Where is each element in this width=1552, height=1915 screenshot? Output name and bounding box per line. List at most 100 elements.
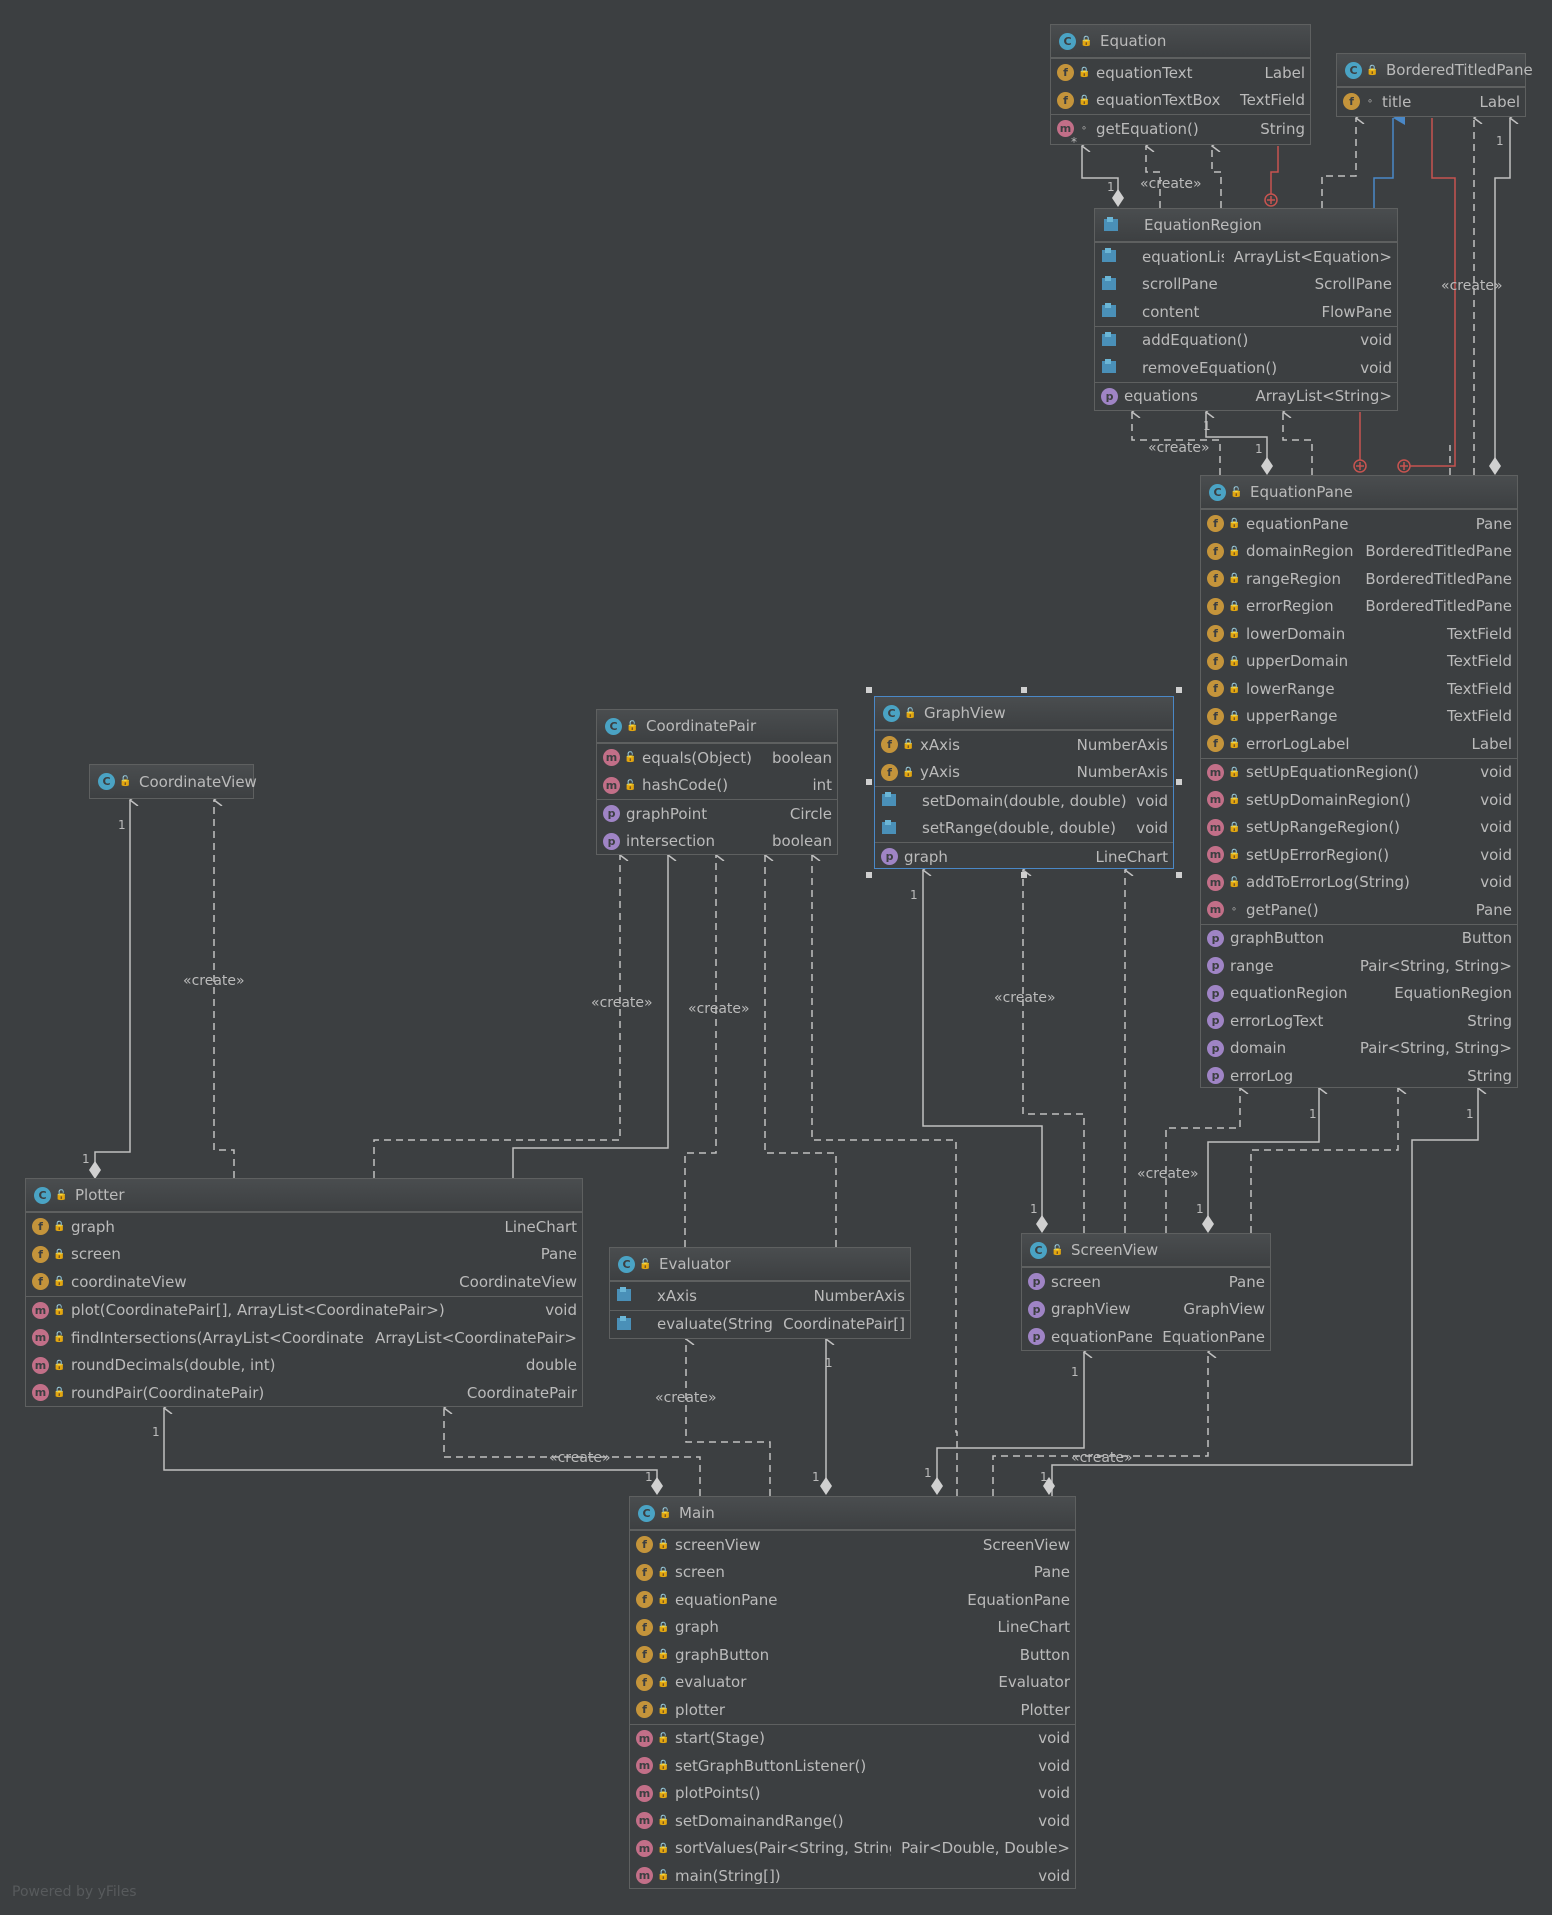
edge [765,855,837,1247]
member-row[interactable]: p domain Pair<String, String> [1201,1035,1517,1063]
member-row[interactable]: m 🔓 hashCode() int [597,772,837,800]
member-row[interactable]: p graphView GraphView [1022,1296,1270,1324]
member-row[interactable]: f 🔒 equationTextBox TextField [1051,87,1310,115]
member-row[interactable]: m 🔒 roundDecimals(double, int) double [26,1352,582,1380]
class-graph-view[interactable]: C 🔓 GraphView f 🔒 xAxis NumberAxis f 🔒 yAxis Numb… [874,696,1174,869]
member-row[interactable]: m 🔓 plot(CoordinatePair[], ArrayList<Coord… [26,1297,582,1325]
member-row[interactable]: f 🔒 equationText Label [1051,59,1310,87]
member-name: screenView [675,1535,761,1554]
member-row[interactable]: p intersection boolean [597,828,837,856]
composition-diamond [1036,1215,1048,1233]
member-row[interactable]: f 🔒 upperRange TextField [1201,703,1517,731]
member-row[interactable]: p graphButton Button [1201,925,1517,953]
member-row[interactable]: m 🔓 equals(Object) boolean [597,744,837,772]
member-row[interactable]: m ∘ getPane() Pane [1201,896,1517,924]
member-row[interactable]: content FlowPane [1095,298,1397,326]
member-row[interactable]: m ∘ getEquation() String [1051,115,1310,143]
member-row[interactable]: m 🔓 start(Stage) void [630,1725,1075,1753]
member-row[interactable]: p equationPane EquationPane [1022,1323,1270,1351]
member-row[interactable]: p graph LineChart [875,843,1173,871]
member-row[interactable]: m 🔒 setUpDomainRegion() void [1201,786,1517,814]
member-name: screen [1051,1272,1101,1291]
member-row[interactable]: f 🔒 lowerRange TextField [1201,675,1517,703]
member-row[interactable]: f 🔒 graphButton Button [630,1641,1075,1669]
member-name: setUpDomainRegion() [1246,790,1411,809]
member-row[interactable]: addEquation() void [1095,327,1397,355]
member-row[interactable]: f 🔒 coordinateView CoordinateView [26,1268,582,1296]
member-row[interactable]: f 🔒 xAxis NumberAxis [875,731,1173,759]
member-row[interactable]: f ∘ title Label [1337,88,1525,116]
member-row[interactable]: p errorLog String [1201,1062,1517,1090]
member-row[interactable]: f 🔒 upperDomain TextField [1201,648,1517,676]
edge [512,855,668,1178]
member-row[interactable]: f 🔒 yAxis NumberAxis [875,759,1173,787]
member-name: screen [675,1563,725,1582]
selection-handle[interactable] [1176,779,1182,785]
member-row[interactable]: m 🔒 sortValues(Pair<String, String>) Pair<D… [630,1835,1075,1863]
member-row[interactable]: p range Pair<String, String> [1201,952,1517,980]
member-row[interactable]: f 🔒 screen Pane [630,1559,1075,1587]
class-coordinate-pair[interactable]: C 🔓 CoordinatePair m 🔓 equals(Object) boolean… [596,709,838,855]
class-plotter[interactable]: C 🔓 Plotter f 🔒 graph LineChart f 🔒 screen Pane f 🔒… [25,1178,583,1407]
member-row[interactable]: equationList ArrayList<Equation> [1095,243,1397,271]
member-row[interactable]: m 🔒 setUpEquationRegion() void [1201,759,1517,787]
class-coordinate-view[interactable]: C 🔓 CoordinateView [89,764,257,799]
member-row[interactable]: f 🔒 equationPane EquationPane [630,1586,1075,1614]
selection-handle[interactable] [1021,687,1027,693]
class-icon: C [98,773,115,790]
member-row[interactable]: f 🔒 equationPane Pane [1201,510,1517,538]
member-row[interactable]: f 🔒 evaluator Evaluator [630,1669,1075,1697]
member-row[interactable]: m 🔒 setDomainandRange() void [630,1807,1075,1835]
member-row[interactable]: removeEquation() void [1095,354,1397,382]
member-row[interactable]: m 🔒 setUpRangeRegion() void [1201,814,1517,842]
member-row[interactable]: m 🔒 setUpErrorRegion() void [1201,841,1517,869]
field-icon: f [636,1646,653,1664]
member-type: void [1038,1811,1070,1830]
selection-handle[interactable] [866,687,872,693]
member-row[interactable]: f 🔒 screenView ScreenView [630,1531,1075,1559]
member-row[interactable]: m 🔓 main(String[]) void [630,1862,1075,1890]
member-type: Button [1019,1645,1070,1664]
member-name: lowerRange [1246,679,1335,698]
selection-handle[interactable] [1176,687,1182,693]
class-equation-pane[interactable]: C 🔓 EquationPane f 🔒 equationPane Pane f 🔒 domai… [1200,475,1518,1088]
lock-icon: 🔒 [1078,67,1091,79]
class-evaluator[interactable]: C 🔓 Evaluator xAxis NumberAxis evaluate(Str… [609,1247,911,1339]
member-row[interactable]: m 🔒 setGraphButtonListener() void [630,1752,1075,1780]
member-row[interactable]: f 🔒 lowerDomain TextField [1201,620,1517,648]
member-name: graph [904,847,948,866]
member-row[interactable]: f 🔒 graph LineChart [630,1614,1075,1642]
lock-icon: 🔒 [1366,64,1379,76]
member-row[interactable]: f 🔒 graph LineChart [26,1213,582,1241]
member-row[interactable]: m 🔒 roundPair(CoordinatePair) CoordinatePai… [26,1379,582,1407]
member-row[interactable]: m 🔓 findIntersections(ArrayList<Coordinate… [26,1324,582,1352]
member-row[interactable]: p equations ArrayList<String> [1095,383,1397,411]
class-main[interactable]: C 🔓 Main f 🔒 screenView ScreenView f 🔒 screen Pan… [629,1496,1076,1889]
member-row[interactable]: xAxis NumberAxis [610,1282,910,1310]
member-row[interactable]: p equationRegion EquationRegion [1201,980,1517,1008]
member-row[interactable]: f 🔒 domainRegion BorderedTitledPane [1201,538,1517,566]
member-row[interactable]: f 🔒 plotter Plotter [630,1696,1075,1724]
selection-handle[interactable] [1176,872,1182,878]
class-equation-region[interactable]: EquationRegion equationList ArrayList<Equ… [1094,208,1398,411]
member-row[interactable]: p graphPoint Circle [597,800,837,828]
member-row[interactable]: setDomain(double, double) void [875,787,1173,815]
member-row[interactable]: scrollPane ScrollPane [1095,271,1397,299]
member-row[interactable]: evaluate(String) CoordinatePair[] [610,1311,910,1339]
member-row[interactable]: f 🔒 errorRegion BorderedTitledPane [1201,593,1517,621]
member-row[interactable]: p errorLogText String [1201,1007,1517,1035]
member-row[interactable]: f 🔒 rangeRegion BorderedTitledPane [1201,565,1517,593]
member-row[interactable]: m 🔓 addToErrorLog(String) void [1201,869,1517,897]
member-row[interactable]: setRange(double, double) void [875,815,1173,843]
selection-handle[interactable] [1021,872,1027,878]
class-screen-view[interactable]: C 🔓 ScreenView p screen Pane p graphView GraphV… [1021,1233,1271,1351]
member-row[interactable]: f 🔒 screen Pane [26,1241,582,1269]
member-row[interactable]: p screen Pane [1022,1268,1270,1296]
member-row[interactable]: m 🔒 plotPoints() void [630,1780,1075,1808]
class-bordered-titled-pane[interactable]: C 🔒 BorderedTitledPane f ∘ title Label [1336,53,1533,117]
selection-handle[interactable] [866,872,872,878]
selection-handle[interactable] [866,779,872,785]
class-equation[interactable]: C 🔒 Equation f 🔒 equationText Label f 🔒 equation… [1050,24,1311,145]
member-row[interactable]: f 🔒 errorLogLabel Label [1201,730,1517,758]
lock-icon: 🔒 [1228,518,1241,530]
